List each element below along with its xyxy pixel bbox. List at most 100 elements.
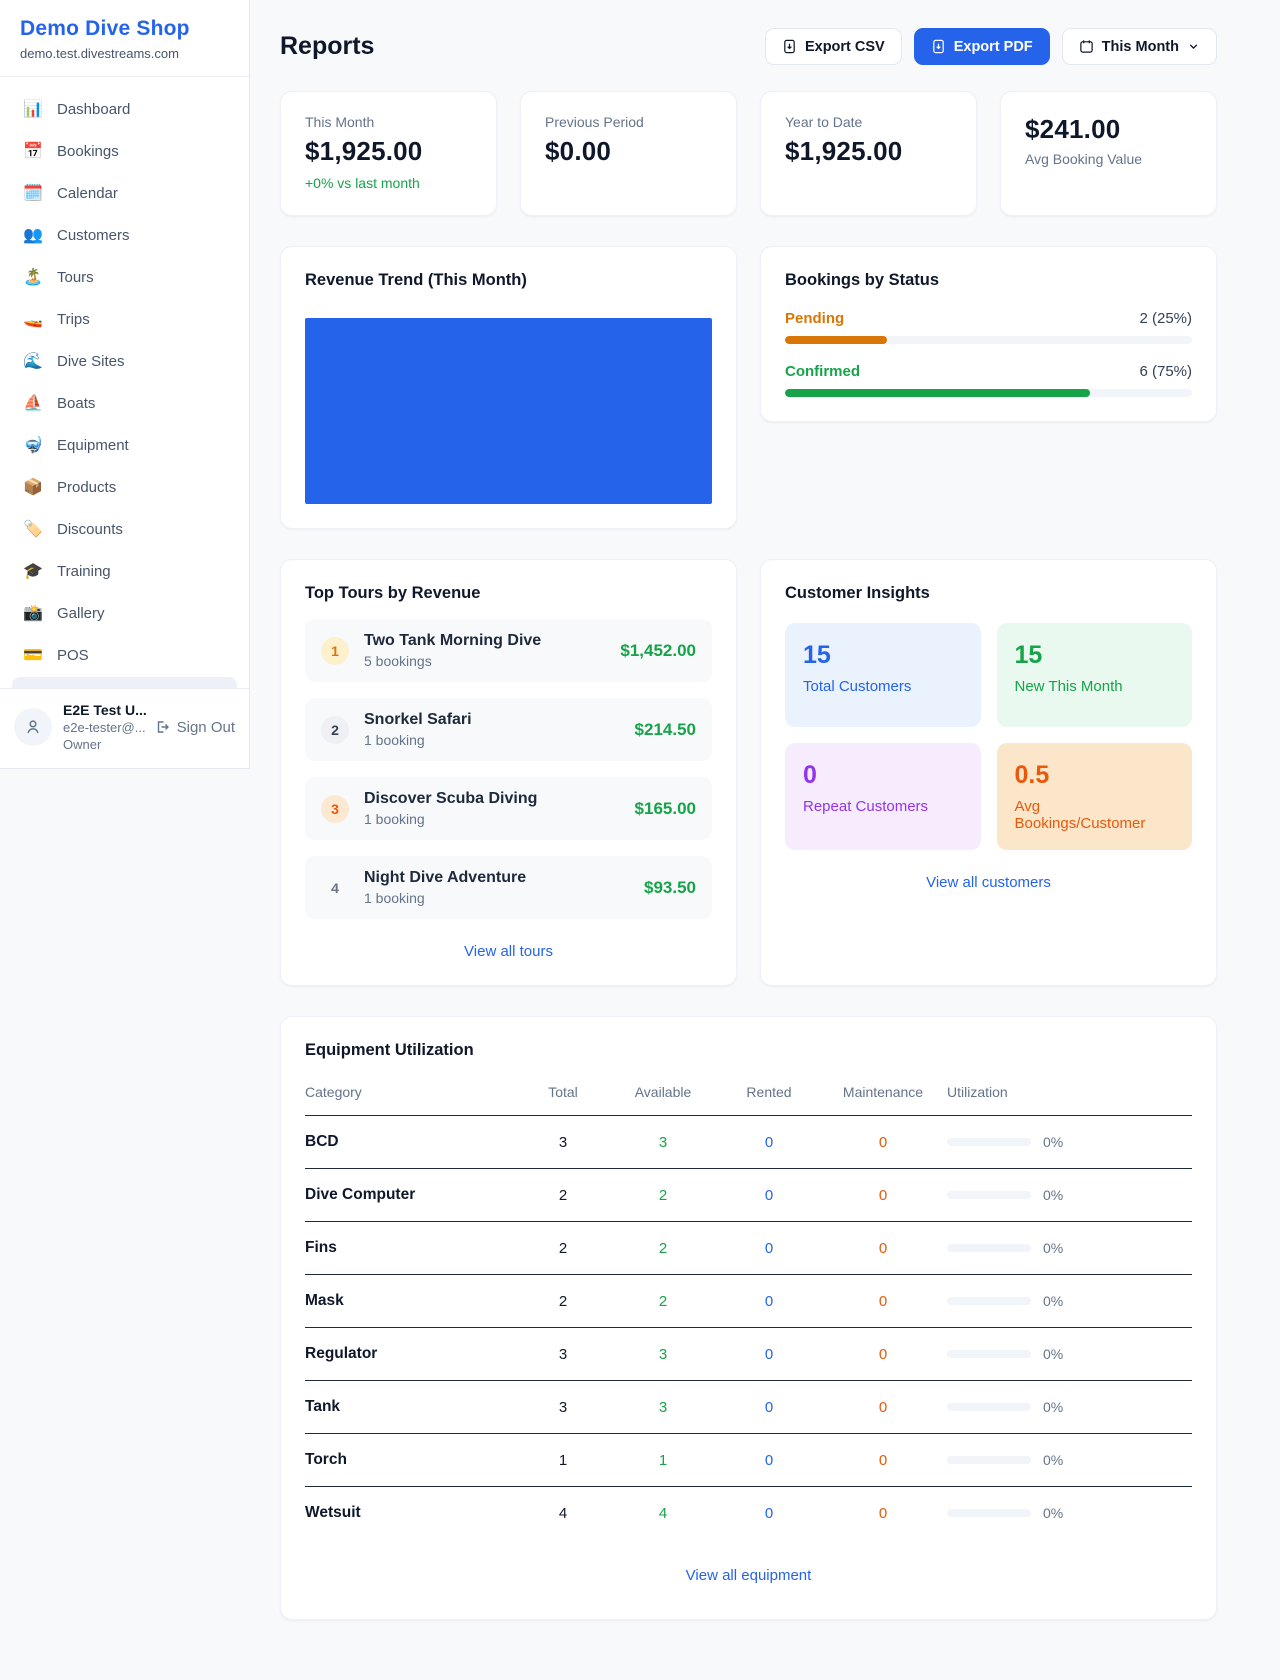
sign-out-button[interactable]: Sign Out bbox=[154, 719, 235, 736]
status-row-pending: Pending 2 (25%) bbox=[785, 310, 1192, 344]
sidebar-item-products[interactable]: 📦 Products bbox=[12, 467, 237, 507]
utilization-bar bbox=[947, 1350, 1031, 1358]
charts-row: Revenue Trend (This Month) Bookings by S… bbox=[280, 246, 1217, 529]
cell-category: Fins bbox=[305, 1222, 519, 1275]
bar-chart-icon: 📊 bbox=[22, 99, 44, 119]
stat-label: Previous Period bbox=[545, 114, 712, 130]
utilization-percent: 0% bbox=[1043, 1187, 1063, 1203]
sidebar-item-tours[interactable]: 🏝️ Tours bbox=[12, 257, 237, 297]
sidebar-item-partially-visible[interactable] bbox=[12, 677, 237, 688]
tour-row: 4 Night Dive Adventure 1 booking $93.50 bbox=[305, 856, 712, 919]
export-csv-button[interactable]: Export CSV bbox=[765, 28, 902, 65]
utilization-bar bbox=[947, 1509, 1031, 1517]
utilization-percent: 0% bbox=[1043, 1346, 1063, 1362]
rank-badge: 4 bbox=[321, 874, 349, 902]
insight-tiles: 15 Total Customers 15 New This Month 0 R… bbox=[785, 623, 1192, 850]
cell-category: Torch bbox=[305, 1434, 519, 1487]
sidebar-item-gallery[interactable]: 📸 Gallery bbox=[12, 593, 237, 633]
sidebar-item-dashboard[interactable]: 📊 Dashboard bbox=[12, 89, 237, 129]
stats-row: This Month $1,925.00 +0% vs last month P… bbox=[280, 91, 1217, 216]
sidebar-item-label: Tours bbox=[57, 269, 94, 286]
status-bar-track bbox=[785, 336, 1192, 344]
bookings-by-status-card: Bookings by Status Pending 2 (25%) Confi… bbox=[760, 246, 1217, 422]
person-icon bbox=[24, 718, 42, 736]
customer-insights-card: Customer Insights 15 Total Customers 15 … bbox=[760, 559, 1217, 986]
sidebar-item-label: POS bbox=[57, 647, 89, 664]
cell-total: 3 bbox=[519, 1328, 607, 1381]
tile-new-this-month: 15 New This Month bbox=[997, 623, 1193, 727]
view-all-equipment-link[interactable]: View all equipment bbox=[686, 1567, 812, 1584]
page-title: Reports bbox=[280, 32, 374, 61]
cell-utilization: 0% bbox=[947, 1328, 1192, 1381]
sidebar-item-training[interactable]: 🎓 Training bbox=[12, 551, 237, 591]
tour-bookings: 5 bookings bbox=[364, 653, 605, 669]
rank-badge: 2 bbox=[321, 716, 349, 744]
utilization-bar bbox=[947, 1191, 1031, 1199]
sidebar-item-label: Calendar bbox=[57, 185, 118, 202]
sidebar-item-equipment[interactable]: 🤿 Equipment bbox=[12, 425, 237, 465]
file-download-icon bbox=[931, 39, 946, 54]
sidebar-item-calendar[interactable]: 🗓️ Calendar bbox=[12, 173, 237, 213]
sidebar-item-boats[interactable]: ⛵ Boats bbox=[12, 383, 237, 423]
view-all-customers-link[interactable]: View all customers bbox=[926, 874, 1051, 891]
cell-maintenance: 0 bbox=[819, 1222, 947, 1275]
spiral-calendar-icon: 🗓️ bbox=[22, 183, 44, 203]
status-bar-fill bbox=[785, 389, 1090, 397]
export-pdf-label: Export PDF bbox=[954, 39, 1033, 55]
page-header: Reports Export CSV Export PDF bbox=[280, 28, 1217, 65]
shop-domain: demo.test.divestreams.com bbox=[20, 46, 229, 61]
cell-rented: 0 bbox=[719, 1328, 819, 1381]
cell-available: 3 bbox=[607, 1328, 719, 1381]
equipment-table: Category Total Available Rented Maintena… bbox=[305, 1072, 1192, 1539]
stat-card-previous-period: Previous Period $0.00 bbox=[520, 91, 737, 216]
cell-total: 1 bbox=[519, 1434, 607, 1487]
utilization-percent: 0% bbox=[1043, 1399, 1063, 1415]
stat-card-avg-booking-value: $241.00 Avg Booking Value bbox=[1000, 91, 1217, 216]
island-icon: 🏝️ bbox=[22, 267, 44, 287]
cell-category: Mask bbox=[305, 1275, 519, 1328]
cell-rented: 0 bbox=[719, 1275, 819, 1328]
status-label: Confirmed bbox=[785, 363, 860, 380]
sidebar-item-bookings[interactable]: 📅 Bookings bbox=[12, 131, 237, 171]
col-total: Total bbox=[519, 1072, 607, 1116]
utilization-percent: 0% bbox=[1043, 1240, 1063, 1256]
package-icon: 📦 bbox=[22, 477, 44, 497]
cell-maintenance: 0 bbox=[819, 1116, 947, 1169]
tour-revenue: $1,452.00 bbox=[620, 641, 696, 661]
export-pdf-button[interactable]: Export PDF bbox=[914, 28, 1050, 65]
view-all-tours-link[interactable]: View all tours bbox=[464, 943, 553, 960]
cell-maintenance: 0 bbox=[819, 1328, 947, 1381]
sidebar-item-label: Training bbox=[57, 563, 111, 580]
shop-header: Demo Dive Shop demo.test.divestreams.com bbox=[0, 0, 249, 77]
cell-total: 2 bbox=[519, 1222, 607, 1275]
cell-utilization: 0% bbox=[947, 1116, 1192, 1169]
sidebar-item-label: Dashboard bbox=[57, 101, 130, 118]
cell-category: Dive Computer bbox=[305, 1169, 519, 1222]
table-row: Regulator 3 3 0 0 0% bbox=[305, 1328, 1192, 1381]
sidebar-item-customers[interactable]: 👥 Customers bbox=[12, 215, 237, 255]
tile-value: 0.5 bbox=[1015, 761, 1175, 790]
sidebar-item-pos[interactable]: 💳 POS bbox=[12, 635, 237, 675]
sidebar-item-dive-sites[interactable]: 🌊 Dive Sites bbox=[12, 341, 237, 381]
cell-category: Tank bbox=[305, 1381, 519, 1434]
tour-revenue: $214.50 bbox=[635, 720, 696, 740]
bookings-by-status-title: Bookings by Status bbox=[785, 271, 1192, 290]
table-row: Mask 2 2 0 0 0% bbox=[305, 1275, 1192, 1328]
user-section: E2E Test U... e2e-tester@... Owner Sign … bbox=[0, 688, 249, 768]
sidebar-item-label: Customers bbox=[57, 227, 130, 244]
sidebar-item-discounts[interactable]: 🏷️ Discounts bbox=[12, 509, 237, 549]
tile-value: 15 bbox=[1015, 641, 1175, 670]
rank-badge: 3 bbox=[321, 795, 349, 823]
table-row: Fins 2 2 0 0 0% bbox=[305, 1222, 1192, 1275]
utilization-bar bbox=[947, 1297, 1031, 1305]
tile-label: Repeat Customers bbox=[803, 798, 963, 815]
utilization-percent: 0% bbox=[1043, 1134, 1063, 1150]
status-bar-track bbox=[785, 389, 1192, 397]
period-dropdown[interactable]: This Month bbox=[1062, 28, 1217, 65]
sidebar-item-trips[interactable]: 🚤 Trips bbox=[12, 299, 237, 339]
insights-row: Top Tours by Revenue 1 Two Tank Morning … bbox=[280, 559, 1217, 986]
calendar-icon bbox=[1079, 39, 1094, 54]
sidebar-item-label: Products bbox=[57, 479, 116, 496]
file-download-icon bbox=[782, 39, 797, 54]
sidebar-item-label: Bookings bbox=[57, 143, 119, 160]
